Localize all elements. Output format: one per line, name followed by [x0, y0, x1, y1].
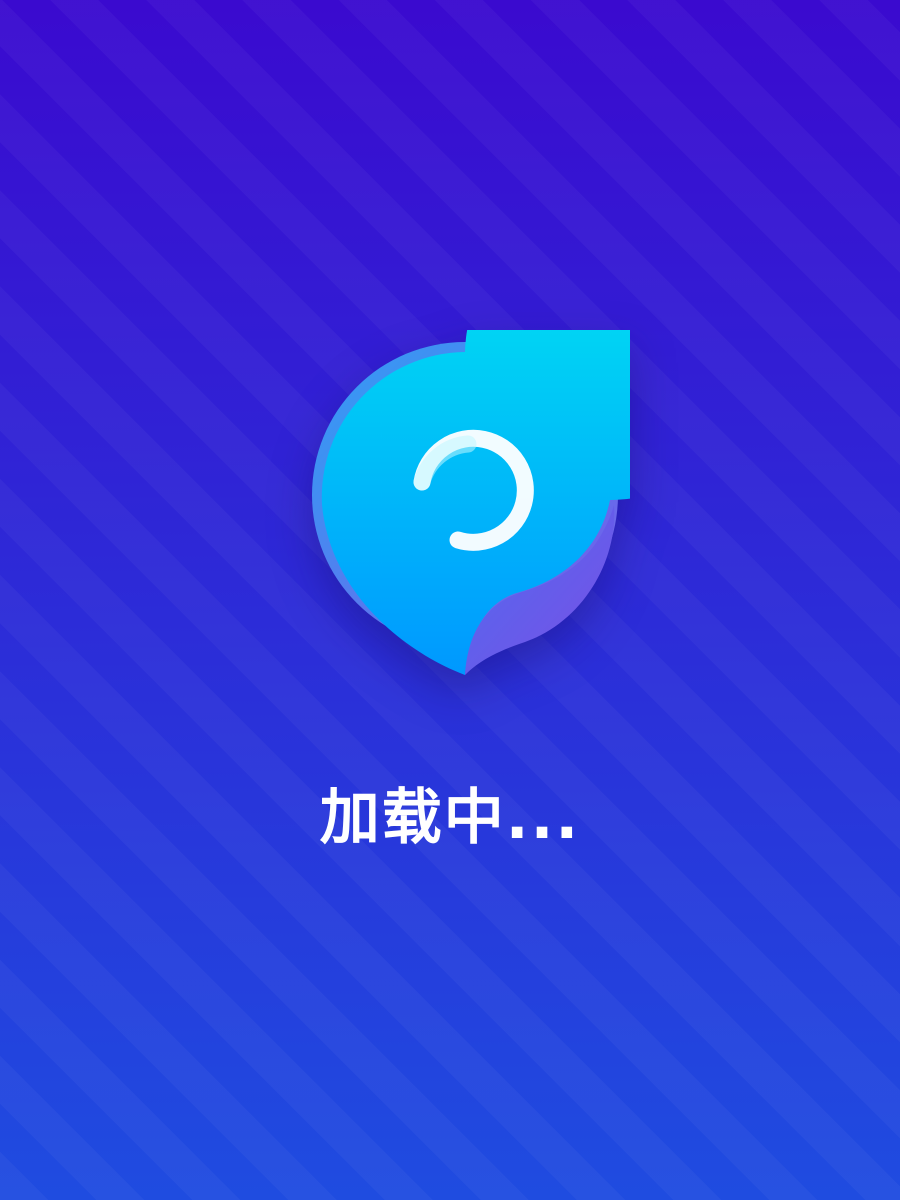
- loading-text: 加载中...: [319, 783, 581, 853]
- chat-bubble-loading-spinner-icon: [312, 330, 630, 675]
- splash-screen: 加载中...: [0, 0, 900, 1200]
- app-logo: [300, 330, 630, 690]
